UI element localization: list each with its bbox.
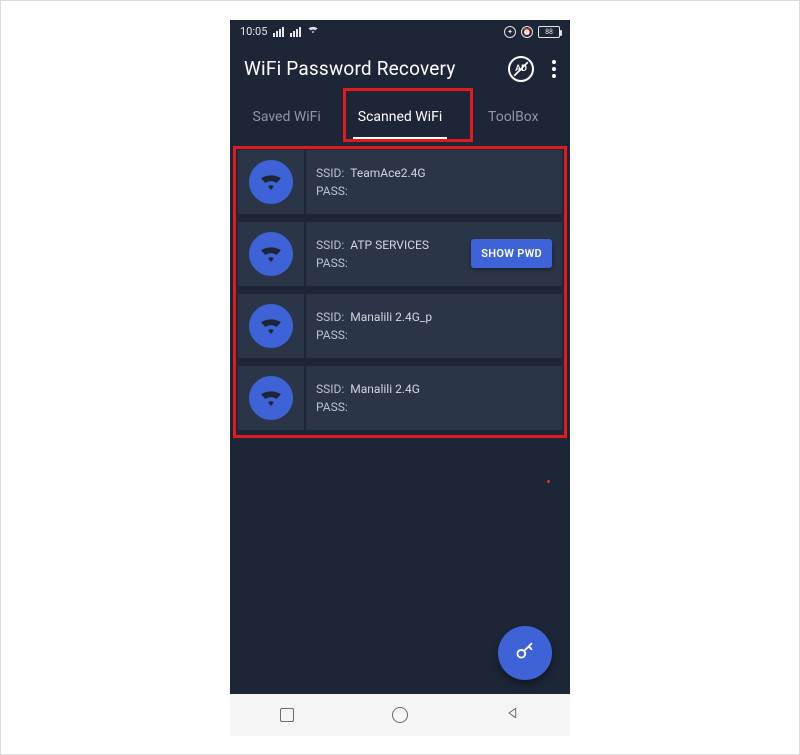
wifi-text: SSID: TeamAce2.4G PASS: bbox=[316, 164, 552, 200]
square-icon bbox=[280, 708, 294, 722]
wifi-status-icon bbox=[307, 24, 319, 39]
wifi-icon-col bbox=[238, 222, 306, 286]
pass-label: PASS: bbox=[316, 326, 348, 344]
wifi-body: SSID: Manalili 2.4G_p PASS: bbox=[306, 294, 562, 358]
ssid-value: Manalili 2.4G bbox=[350, 380, 420, 398]
wifi-icon bbox=[249, 232, 293, 276]
wifi-icon bbox=[249, 376, 293, 420]
wifi-icon bbox=[249, 160, 293, 204]
wifi-card[interactable]: SSID: TeamAce2.4G PASS: bbox=[238, 150, 562, 214]
status-right: ✦ ⏰ 88 bbox=[504, 26, 560, 38]
nav-home-button[interactable] bbox=[378, 700, 422, 730]
status-time: 10:05 bbox=[240, 25, 267, 38]
status-bar: 10:05 ✦ ⏰ 88 bbox=[230, 20, 570, 44]
annotation-dot bbox=[547, 480, 550, 483]
unlock-fab[interactable] bbox=[498, 626, 552, 680]
battery-level: 88 bbox=[545, 28, 553, 36]
network-list[interactable]: SSID: TeamAce2.4G PASS: bbox=[230, 140, 570, 430]
wifi-text: SSID: ATP SERVICES PASS: bbox=[316, 236, 471, 272]
wifi-card[interactable]: SSID: Manalili 2.4G_p PASS: bbox=[238, 294, 562, 358]
tab-scanned-wifi[interactable]: Scanned WiFi bbox=[343, 94, 456, 140]
app-actions: AD bbox=[508, 56, 560, 82]
wifi-icon-col bbox=[238, 150, 306, 214]
signal-icon bbox=[273, 27, 284, 37]
wifi-card[interactable]: SSID: ATP SERVICES PASS: SHOW PWD bbox=[238, 222, 562, 286]
nav-recent-button[interactable] bbox=[265, 700, 309, 730]
ssid-value: Manalili 2.4G_p bbox=[350, 308, 432, 326]
wifi-text: SSID: Manalili 2.4G_p PASS: bbox=[316, 308, 552, 344]
screenshot-frame: 10:05 ✦ ⏰ 88 WiFi Password Recovery AD bbox=[0, 0, 800, 755]
tabs-container: Saved WiFi Scanned WiFi ToolBox bbox=[230, 94, 570, 140]
wifi-text: SSID: Manalili 2.4G PASS: bbox=[316, 380, 552, 416]
tab-label: ToolBox bbox=[488, 109, 539, 125]
wifi-icon bbox=[249, 304, 293, 348]
ssid-value: TeamAce2.4G bbox=[350, 164, 425, 182]
wifi-icon-col bbox=[238, 294, 306, 358]
show-password-button[interactable]: SHOW PWD bbox=[471, 239, 552, 268]
tab-label: Saved WiFi bbox=[253, 109, 321, 125]
signal-icon-2 bbox=[290, 27, 301, 37]
ssid-label: SSID: bbox=[316, 380, 344, 398]
dnd-icon: ✦ bbox=[504, 26, 516, 38]
battery-icon: 88 bbox=[538, 26, 560, 38]
ssid-label: SSID: bbox=[316, 164, 344, 182]
tab-saved-wifi[interactable]: Saved WiFi bbox=[230, 94, 343, 140]
wifi-body: SSID: Manalili 2.4G PASS: bbox=[306, 366, 562, 430]
triangle-back-icon bbox=[505, 705, 521, 725]
key-icon bbox=[514, 640, 536, 666]
tab-label: Scanned WiFi bbox=[358, 109, 442, 125]
status-left: 10:05 bbox=[240, 24, 319, 39]
ssid-label: SSID: bbox=[316, 308, 344, 326]
alarm-icon: ⏰ bbox=[521, 26, 533, 38]
wifi-card[interactable]: SSID: Manalili 2.4G PASS: bbox=[238, 366, 562, 430]
android-nav-bar bbox=[230, 694, 570, 736]
circle-icon bbox=[392, 707, 408, 723]
app-title: WiFi Password Recovery bbox=[244, 57, 456, 80]
ssid-label: SSID: bbox=[316, 236, 344, 254]
pass-label: PASS: bbox=[316, 182, 348, 200]
tab-toolbox[interactable]: ToolBox bbox=[457, 94, 570, 140]
ssid-value: ATP SERVICES bbox=[350, 236, 429, 254]
tabs: Saved WiFi Scanned WiFi ToolBox bbox=[230, 94, 570, 140]
pass-label: PASS: bbox=[316, 254, 348, 272]
pass-label: PASS: bbox=[316, 398, 348, 416]
phone-screen: 10:05 ✦ ⏰ 88 WiFi Password Recovery AD bbox=[230, 20, 570, 736]
wifi-body: SSID: TeamAce2.4G PASS: bbox=[306, 150, 562, 214]
ad-block-icon[interactable]: AD bbox=[508, 56, 534, 82]
nav-back-button[interactable] bbox=[491, 700, 535, 730]
overflow-menu-icon[interactable] bbox=[548, 56, 560, 82]
app-bar: WiFi Password Recovery AD bbox=[230, 44, 570, 94]
wifi-body: SSID: ATP SERVICES PASS: SHOW PWD bbox=[306, 222, 562, 286]
wifi-icon-col bbox=[238, 366, 306, 430]
